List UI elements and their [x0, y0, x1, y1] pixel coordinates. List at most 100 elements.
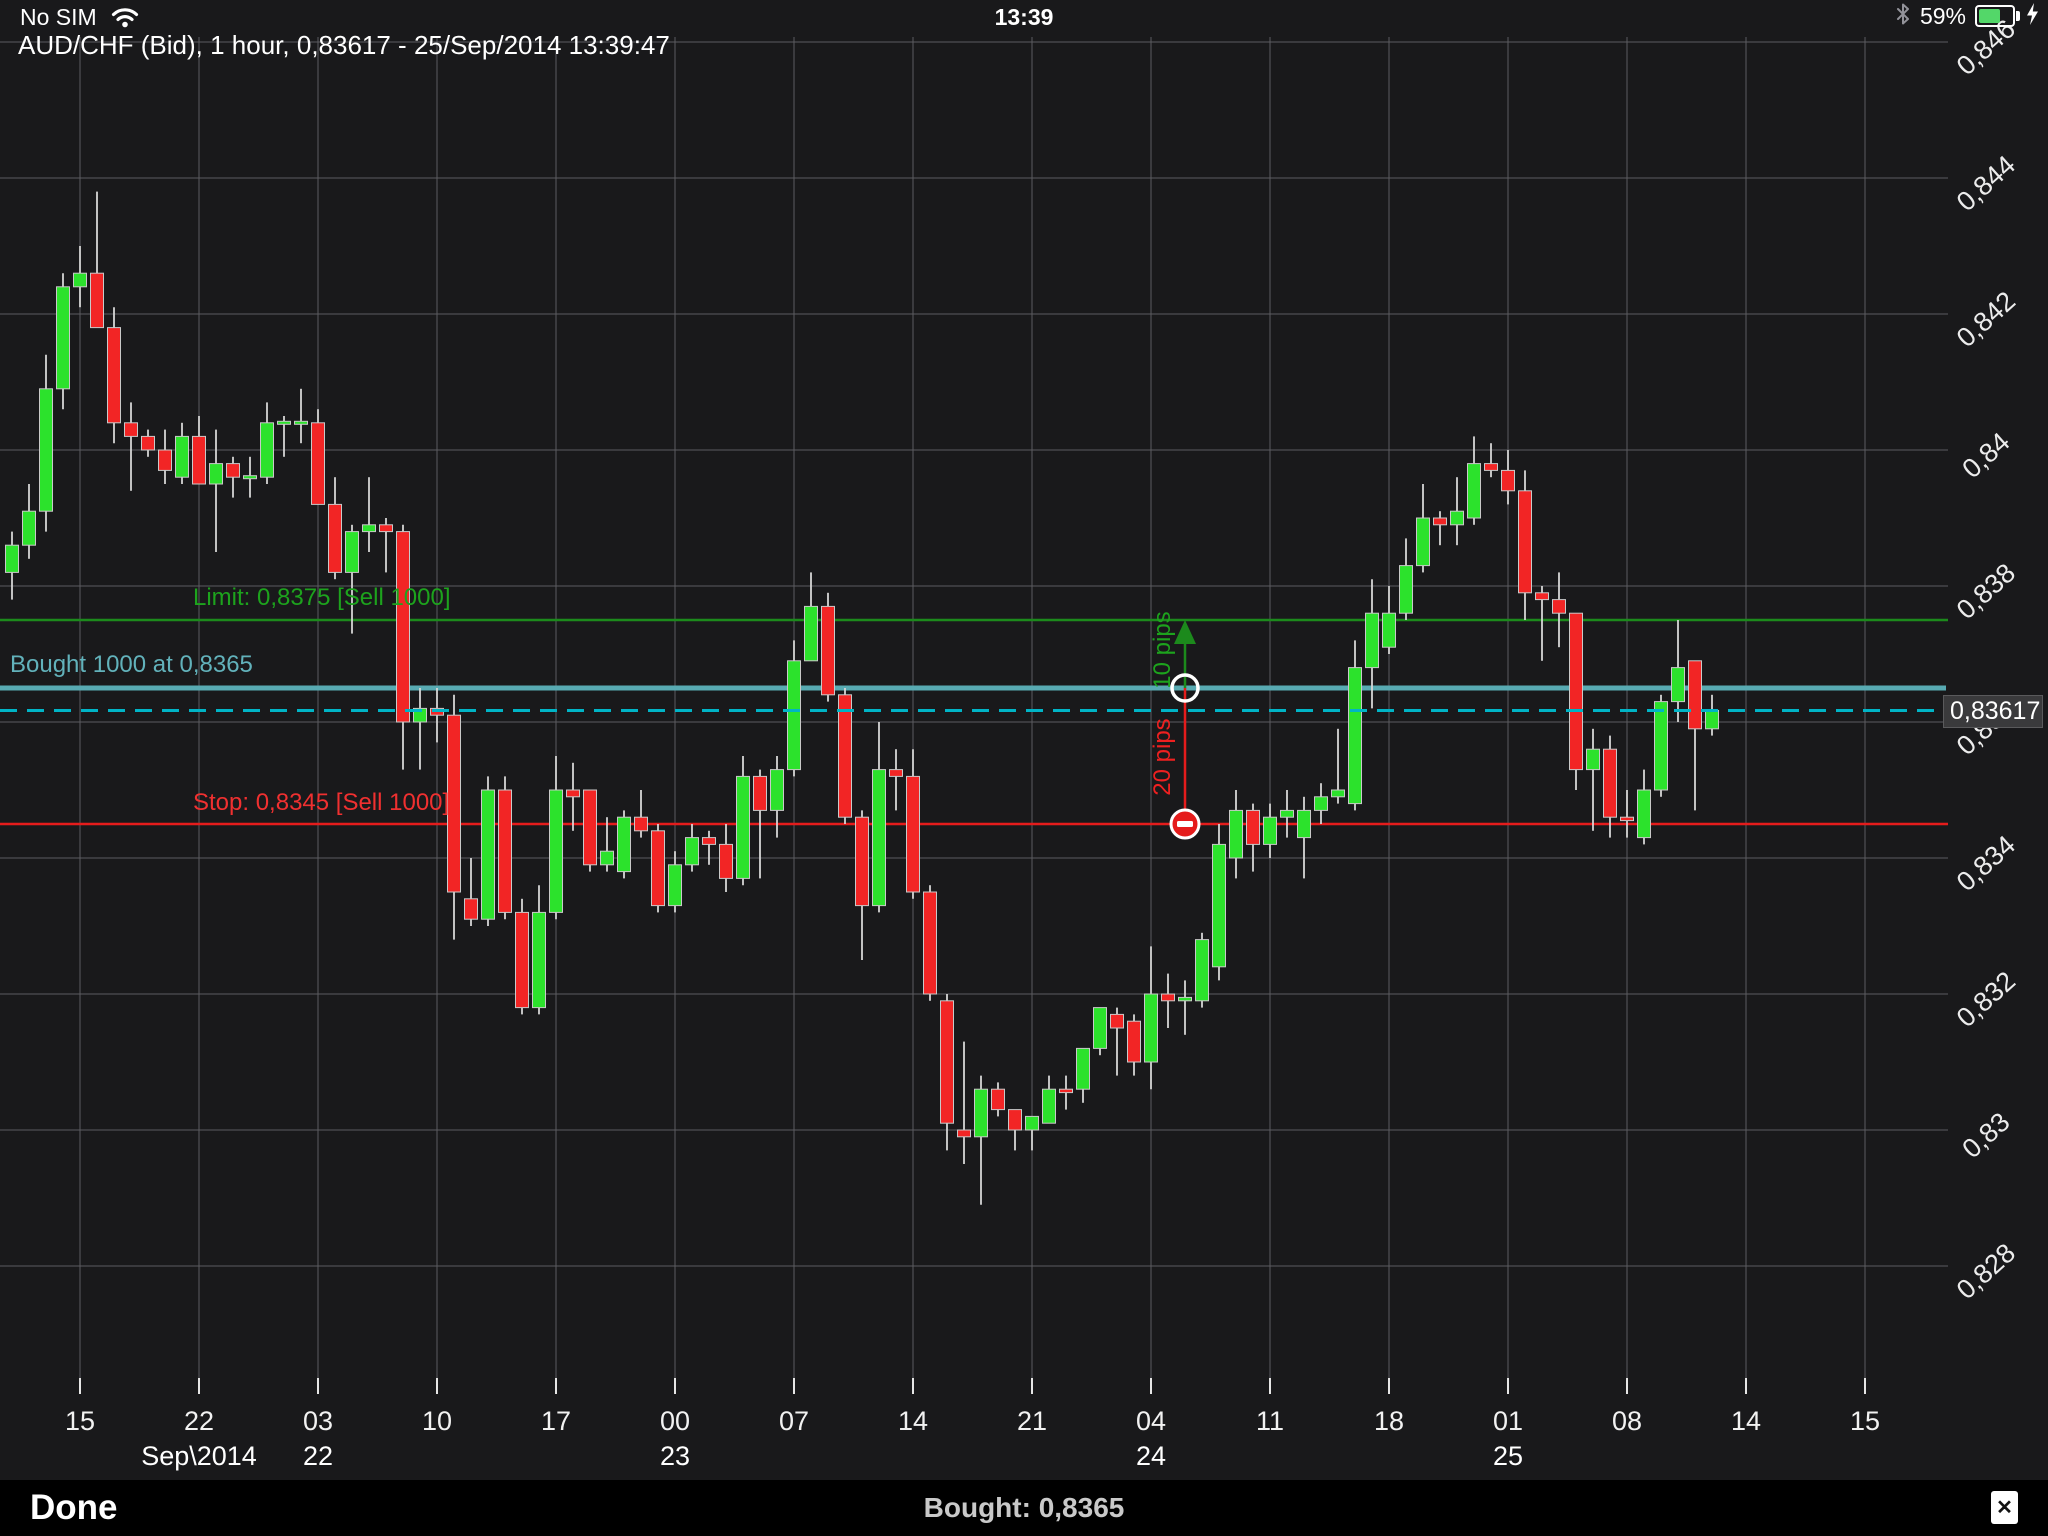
candle-up — [1026, 1116, 1039, 1130]
candle-up — [805, 606, 818, 660]
current-price-tag: 0,83617 — [1943, 695, 2043, 728]
x-axis-label: 00 — [660, 1406, 690, 1436]
candle-up — [261, 423, 274, 477]
x-axis-label: 18 — [1374, 1406, 1404, 1436]
candle-up — [1332, 790, 1345, 797]
candle-up — [1298, 810, 1311, 837]
limit-order-label[interactable]: Limit: 0,8375 [Sell 1000] — [193, 584, 451, 612]
chart-area[interactable]: 0,8460,8440,8420,840,8380,8360,8340,8320… — [0, 0, 2048, 1480]
bluetooth-icon — [1895, 2, 1911, 31]
x-axis-label: 03 — [303, 1406, 333, 1436]
candle-up — [788, 661, 801, 770]
candle-up — [1264, 817, 1277, 844]
candle-down — [312, 423, 325, 505]
candle-down — [1162, 994, 1175, 1001]
y-axis-label: 0,828 — [1951, 1238, 2021, 1306]
candle-up — [669, 865, 682, 906]
x-axis-sublabel: 23 — [660, 1441, 690, 1471]
x-axis-label: 17 — [541, 1406, 571, 1436]
stop-order-label[interactable]: Stop: 0,8345 [Sell 1000] — [193, 789, 449, 817]
candle-down — [584, 790, 597, 865]
candle-up — [550, 790, 563, 912]
x-axis-sublabel: 22 — [303, 1441, 333, 1471]
x-axis-label: 04 — [1136, 1406, 1166, 1436]
up-arrow-icon — [1174, 620, 1196, 644]
candle-up — [1077, 1048, 1090, 1089]
candle-up — [686, 838, 699, 865]
candle-down — [907, 776, 920, 892]
candle-up — [1400, 566, 1413, 614]
candle-down — [159, 450, 172, 470]
pips-to-stop-label: 20 pips — [1150, 707, 1176, 807]
candle-down — [1060, 1089, 1073, 1092]
chart-title: AUD/CHF (Bid), 1 hour, 0,83617 - 25/Sep/… — [18, 30, 670, 61]
candle-up — [23, 511, 36, 545]
x-axis-label: 14 — [1731, 1406, 1761, 1436]
candle-down — [227, 464, 240, 478]
candle-up — [74, 273, 87, 287]
candle-down — [652, 831, 665, 906]
pips-to-limit-label: 10 pips — [1150, 600, 1176, 700]
candle-down — [856, 817, 869, 905]
minus-icon — [1177, 821, 1193, 827]
candle-down — [499, 790, 512, 912]
candle-up — [1451, 511, 1464, 525]
candle-down — [142, 436, 155, 450]
candle-down — [448, 715, 461, 892]
x-axis-label: 15 — [65, 1406, 95, 1436]
candle-up — [1315, 797, 1328, 811]
candle-down — [1111, 1014, 1124, 1028]
candlestick-chart[interactable]: 0,8460,8440,8420,840,8380,8360,8340,8320… — [0, 0, 2048, 1480]
candle-down — [703, 838, 716, 845]
candle-down — [1621, 817, 1634, 820]
candle-up — [771, 770, 784, 811]
candle-up — [1706, 710, 1719, 728]
candle-down — [1689, 661, 1702, 729]
candle-down — [839, 695, 852, 817]
candle-up — [57, 287, 70, 389]
candle-down — [1128, 1021, 1141, 1062]
candle-up — [1196, 940, 1209, 1001]
candle-up — [1655, 702, 1668, 790]
candle-up — [1417, 518, 1430, 566]
candle-up — [6, 545, 19, 572]
candle-down — [91, 273, 104, 327]
y-axis-label: 0,83 — [1956, 1107, 2015, 1164]
candle-up — [618, 817, 631, 871]
x-axis-label: 10 — [422, 1406, 452, 1436]
candle-down — [329, 504, 342, 572]
x-axis-label: 15 — [1850, 1406, 1880, 1436]
x-axis-sublabel: Sep\2014 — [141, 1441, 257, 1471]
candle-down — [1502, 470, 1515, 490]
candle-up — [1213, 844, 1226, 966]
candle-down — [822, 606, 835, 694]
battery-icon — [1975, 5, 2015, 27]
candle-up — [873, 770, 886, 906]
candle-down — [108, 328, 121, 423]
candle-up — [40, 389, 53, 511]
candle-down — [397, 532, 410, 722]
position-status-label: Bought: 0,8365 — [0, 1480, 2048, 1536]
x-axis-label: 14 — [898, 1406, 928, 1436]
candle-up — [1145, 994, 1158, 1062]
candle-down — [1519, 491, 1532, 593]
candle-down — [567, 790, 580, 797]
candle-up — [1043, 1089, 1056, 1123]
candle-down — [720, 844, 733, 878]
candle-down — [1247, 810, 1260, 844]
x-axis-label: 11 — [1256, 1406, 1284, 1436]
y-axis-label: 0,832 — [1951, 966, 2021, 1034]
candle-down — [465, 899, 478, 919]
candle-down — [516, 912, 529, 1007]
y-axis-label: 0,844 — [1951, 150, 2021, 218]
candle-down — [1434, 518, 1447, 525]
bought-position-label[interactable]: Bought 1000 at 0,8365 — [10, 651, 253, 679]
candle-down — [754, 776, 767, 810]
candle-up — [1230, 810, 1243, 858]
candle-down — [890, 770, 903, 777]
close-position-icon[interactable]: ✕ — [1991, 1491, 2018, 1524]
candle-up — [278, 421, 291, 424]
candle-down — [1536, 593, 1549, 600]
y-axis-label: 0,838 — [1951, 558, 2021, 626]
candle-up — [346, 532, 359, 573]
